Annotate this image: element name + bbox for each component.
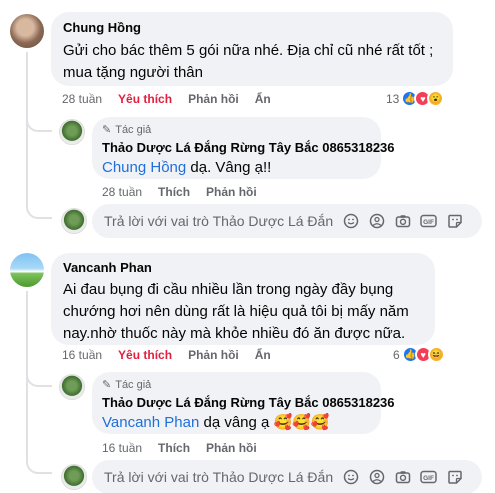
comment-text: Gửi cho bác thêm 5 gói nữa nhé. Địa chỉ … [63,42,434,59]
svg-text:GIF: GIF [423,475,434,482]
comment-author[interactable]: Vancanh Phan [63,260,423,276]
mention-link[interactable]: Vancanh Phan [102,414,199,431]
thread-connector [26,195,52,219]
sticker-icon[interactable] [446,213,463,230]
pencil-icon: ✎ [102,124,112,136]
gif-icon[interactable]: GIF [420,213,437,230]
comment-actions: 28 tuần Yêu thích Phản hồi Ẩn [62,91,287,107]
author-badge: ✎ Tác giả [102,123,371,137]
comment-text: nay.nhờ thuốc này mà khỏe nhiều đó ăn đư… [63,325,406,342]
reply-text: Vancanh Phan dạ vâng ạ 🥰🥰🥰 [102,412,371,434]
reply-button[interactable]: Phản hồi [206,185,257,199]
reply-actions: 28 tuần Thích Phản hồi [102,184,273,200]
thread-connector [26,118,52,132]
reaction-summary[interactable]: 6 👍 ♥ 😆 [393,346,445,363]
comment-time[interactable]: 16 tuần [62,348,102,362]
gif-icon[interactable]: GIF [420,469,437,486]
reaction-count: 6 [393,347,400,362]
reply-input-box[interactable]: Trả lời với vai trò Thảo Dược Lá Đắn GIF [92,204,482,238]
comment-text: Ai đau bụng đi cầu nhiều lần trong ngày … [63,281,394,298]
reply-text: Chung Hồng dạ. Vâng ạ!! [102,157,371,179]
comment-author[interactable]: Chung Hồng [63,20,441,36]
reply-bubble: ✎ Tác giả Thảo Dược Lá Đắng Rừng Tây Bắc… [92,372,395,434]
reply-body: dạ. Vâng ạ!! [186,159,272,176]
hide-button[interactable]: Ẩn [255,92,271,106]
comment-bubble: Chung Hồng Gửi cho bác thêm 5 gói nữa nh… [51,12,453,86]
thread-connector [26,450,52,474]
avatar-page[interactable] [59,374,85,400]
reply-time[interactable]: 28 tuần [102,185,142,199]
thread-connector [26,373,52,387]
hide-button[interactable]: Ẩn [255,348,271,362]
like-button[interactable]: Thích [158,441,190,455]
comment-text: chướng hơi nên dùng rất là hiệu quả tôi … [63,303,409,320]
camera-icon[interactable] [394,213,411,230]
reply-body: dạ vâng ạ 🥰🥰🥰 [199,414,330,431]
reply-actions: 16 tuần Thích Phản hồi [102,440,273,456]
reply-author[interactable]: Thảo Dược Lá Đắng Rừng Tây Bắc 086531823… [102,395,395,411]
reply-time[interactable]: 16 tuần [102,441,142,455]
comment-text: mua tặng người thân [63,64,203,81]
reply-button[interactable]: Phản hồi [188,92,239,106]
emoji-icon[interactable] [342,213,359,230]
avatar-sticker-icon[interactable] [368,213,385,230]
comment-actions: 16 tuần Yêu thích Phản hồi Ẩn [62,347,287,363]
wow-icon: 😮 [427,90,445,107]
love-button[interactable]: Yêu thích [118,348,172,362]
emoji-icon[interactable] [342,469,359,486]
haha-icon: 😆 [427,346,445,363]
comment-time[interactable]: 28 tuần [62,92,102,106]
pencil-icon: ✎ [102,379,112,391]
reply-author[interactable]: Thảo Dược Lá Đắng Rừng Tây Bắc 086531823… [102,140,395,156]
reply-input[interactable]: Trả lời với vai trò Thảo Dược Lá Đắn [104,213,336,229]
camera-icon[interactable] [394,469,411,486]
reply-input-box[interactable]: Trả lời với vai trò Thảo Dược Lá Đắn GIF [92,460,482,493]
reply-button[interactable]: Phản hồi [188,348,239,362]
avatar-sticker-icon[interactable] [368,469,385,486]
reaction-summary[interactable]: 13 👍 ♥ 😮 [386,90,445,107]
avatar-vancanh-phan[interactable] [10,253,44,287]
avatar-chung-hong[interactable] [10,14,44,48]
mention-link[interactable]: Chung Hồng [102,159,186,176]
reply-input[interactable]: Trả lời với vai trò Thảo Dược Lá Đắn [104,469,336,485]
avatar-page[interactable] [59,119,85,145]
avatar-page [61,464,87,490]
reaction-count: 13 [386,91,400,106]
input-tools: GIF [342,469,463,486]
sticker-icon[interactable] [446,469,463,486]
comment-bubble: Vancanh Phan Ai đau bụng đi cầu nhiều lầ… [51,253,435,345]
reply-button[interactable]: Phản hồi [206,441,257,455]
reply-bubble: ✎ Tác giả Thảo Dược Lá Đắng Rừng Tây Bắc… [92,117,395,179]
badge-label: Tác giả [115,379,152,391]
author-badge: ✎ Tác giả [102,378,371,392]
like-button[interactable]: Thích [158,185,190,199]
svg-text:GIF: GIF [423,219,434,226]
input-tools: GIF [342,213,463,230]
avatar-page [61,208,87,234]
love-button[interactable]: Yêu thích [118,92,172,106]
thread-line [26,130,28,200]
badge-label: Tác giả [115,124,152,136]
